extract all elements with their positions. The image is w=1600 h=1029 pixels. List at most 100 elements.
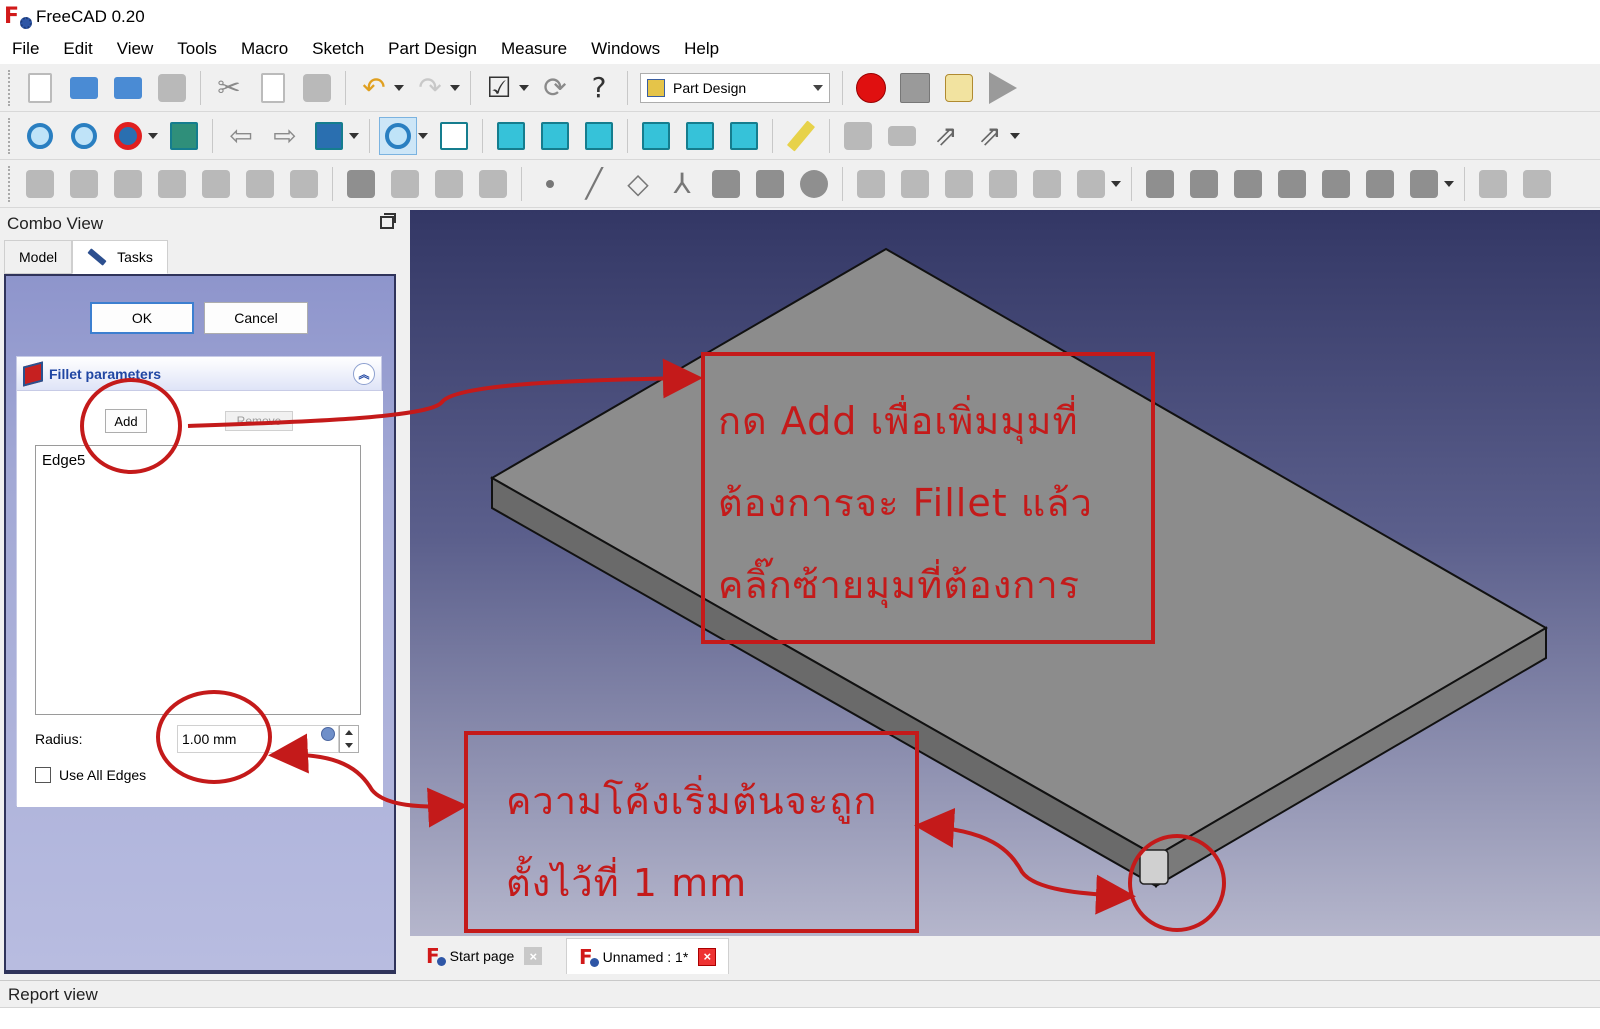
new-button[interactable] — [21, 69, 59, 107]
menu-part-design[interactable]: Part Design — [376, 34, 489, 64]
standard-views-dropdown[interactable] — [418, 117, 428, 155]
redo-dropdown[interactable] — [450, 69, 460, 107]
measure-distance-button[interactable] — [782, 117, 820, 155]
datum-line-button[interactable]: ╱ — [575, 165, 613, 203]
body-button[interactable] — [342, 165, 380, 203]
fillet-corner[interactable] — [1139, 849, 1169, 885]
cancel-button[interactable]: Cancel — [204, 302, 308, 334]
tab-start-page[interactable]: F Start page × — [414, 938, 555, 974]
pad-button[interactable] — [852, 165, 890, 203]
report-view-body[interactable] — [0, 1007, 1600, 1029]
spin-down-icon[interactable] — [345, 743, 353, 748]
radius-spinner[interactable] — [339, 725, 359, 753]
fit-all-button[interactable] — [21, 117, 59, 155]
menu-help[interactable]: Help — [672, 34, 731, 64]
expression-icon[interactable] — [321, 727, 335, 741]
macro-stop-button[interactable] — [896, 69, 934, 107]
cut-button[interactable]: ✂ — [210, 69, 248, 107]
top-view-button[interactable] — [536, 117, 574, 155]
subtractive-loft-button[interactable] — [1273, 165, 1311, 203]
groove-button[interactable] — [1229, 165, 1267, 203]
workbench-selector[interactable]: Part Design — [640, 72, 830, 103]
standard-views-button[interactable] — [379, 116, 417, 155]
create-body-button[interactable] — [21, 165, 59, 203]
3d-view[interactable] — [410, 210, 1600, 936]
create-group-button[interactable] — [883, 117, 921, 155]
datum-plane-button[interactable]: ◇ — [619, 165, 657, 203]
undo-button[interactable]: ↶ — [355, 69, 393, 107]
mirror-sketch-button[interactable] — [285, 165, 323, 203]
edge-list[interactable]: Edge5 — [35, 445, 361, 715]
whats-this-button[interactable]: ? — [580, 69, 618, 107]
datum-point-button[interactable] — [531, 165, 569, 203]
right-view-button[interactable] — [580, 117, 618, 155]
additive-primitive-button[interactable] — [1072, 165, 1110, 203]
front-view-button[interactable] — [492, 117, 530, 155]
menu-tools[interactable]: Tools — [165, 34, 229, 64]
mirrored-button[interactable] — [1474, 165, 1512, 203]
new-sketch-button[interactable] — [386, 165, 424, 203]
redo-button[interactable]: ↷ — [411, 69, 449, 107]
menu-measure[interactable]: Measure — [489, 34, 579, 64]
close-icon[interactable]: × — [698, 947, 717, 966]
menu-macro[interactable]: Macro — [229, 34, 300, 64]
attach-sketch-button[interactable] — [197, 165, 235, 203]
copy-button[interactable] — [254, 69, 292, 107]
subtractive-helix-button[interactable] — [1361, 165, 1399, 203]
link-actions-button[interactable]: ⇗ — [971, 117, 1009, 155]
create-part-button[interactable] — [839, 117, 877, 155]
plate-top-face[interactable] — [489, 247, 1548, 858]
shape-binder-button[interactable] — [430, 165, 468, 203]
save-button[interactable] — [109, 69, 147, 107]
undock-icon[interactable] — [380, 213, 396, 229]
fit-selection-button[interactable] — [65, 117, 103, 155]
draw-style-dropdown[interactable] — [148, 117, 158, 155]
hole-button[interactable] — [1185, 165, 1223, 203]
macro-record-button[interactable] — [852, 69, 890, 107]
tab-model[interactable]: Model — [4, 240, 73, 274]
isometric-view-button[interactable] — [435, 117, 473, 155]
additive-primitive-dropdown[interactable] — [1111, 165, 1121, 203]
close-icon[interactable]: × — [524, 947, 543, 965]
revolution-button[interactable] — [896, 165, 934, 203]
spin-up-icon[interactable] — [345, 730, 353, 735]
plate-model[interactable] — [410, 210, 1600, 936]
menu-sketch[interactable]: Sketch — [300, 34, 376, 64]
sub-shape-binder-button[interactable] — [707, 165, 745, 203]
validate-sketch-button[interactable] — [109, 165, 147, 203]
refresh-check-button[interactable]: ☑ — [480, 69, 518, 107]
radius-input[interactable]: 1.00 mm — [177, 725, 339, 753]
tab-unnamed[interactable]: F Unnamed : 1* × — [566, 938, 730, 974]
undo-dropdown[interactable] — [394, 69, 404, 107]
pipe-button[interactable] — [984, 165, 1022, 203]
menu-windows[interactable]: Windows — [579, 34, 672, 64]
subtractive-primitive-dropdown[interactable] — [1444, 165, 1454, 203]
draw-style-button[interactable] — [109, 117, 147, 155]
menu-view[interactable]: View — [105, 34, 166, 64]
linear-pattern-button[interactable] — [1518, 165, 1556, 203]
sync-view-button[interactable] — [310, 117, 348, 155]
subtractive-pipe-button[interactable] — [1317, 165, 1355, 203]
bottom-view-button[interactable] — [681, 117, 719, 155]
rear-view-button[interactable] — [637, 117, 675, 155]
helix-button[interactable] — [1028, 165, 1066, 203]
ok-button[interactable]: OK — [90, 302, 194, 334]
menu-edit[interactable]: Edit — [51, 34, 104, 64]
shape-binder2-button[interactable] — [751, 165, 789, 203]
remove-button[interactable]: Remove — [225, 411, 293, 431]
subtractive-primitive-button[interactable] — [1405, 165, 1443, 203]
use-all-edges-checkbox[interactable] — [35, 767, 51, 783]
loft-button[interactable] — [940, 165, 978, 203]
clone-button[interactable] — [474, 165, 512, 203]
toolbar-grip[interactable] — [8, 165, 12, 202]
toolbar-grip[interactable] — [8, 69, 12, 106]
print-button[interactable] — [153, 69, 191, 107]
add-button[interactable]: Add — [105, 409, 147, 433]
macro-run-button[interactable] — [984, 69, 1022, 107]
clone2-button[interactable] — [795, 165, 833, 203]
list-item[interactable]: Edge5 — [42, 452, 354, 469]
left-view-button[interactable] — [725, 117, 763, 155]
paste-button[interactable] — [298, 69, 336, 107]
link-button[interactable]: ⇗ — [927, 117, 965, 155]
check-geometry-button[interactable] — [153, 165, 191, 203]
